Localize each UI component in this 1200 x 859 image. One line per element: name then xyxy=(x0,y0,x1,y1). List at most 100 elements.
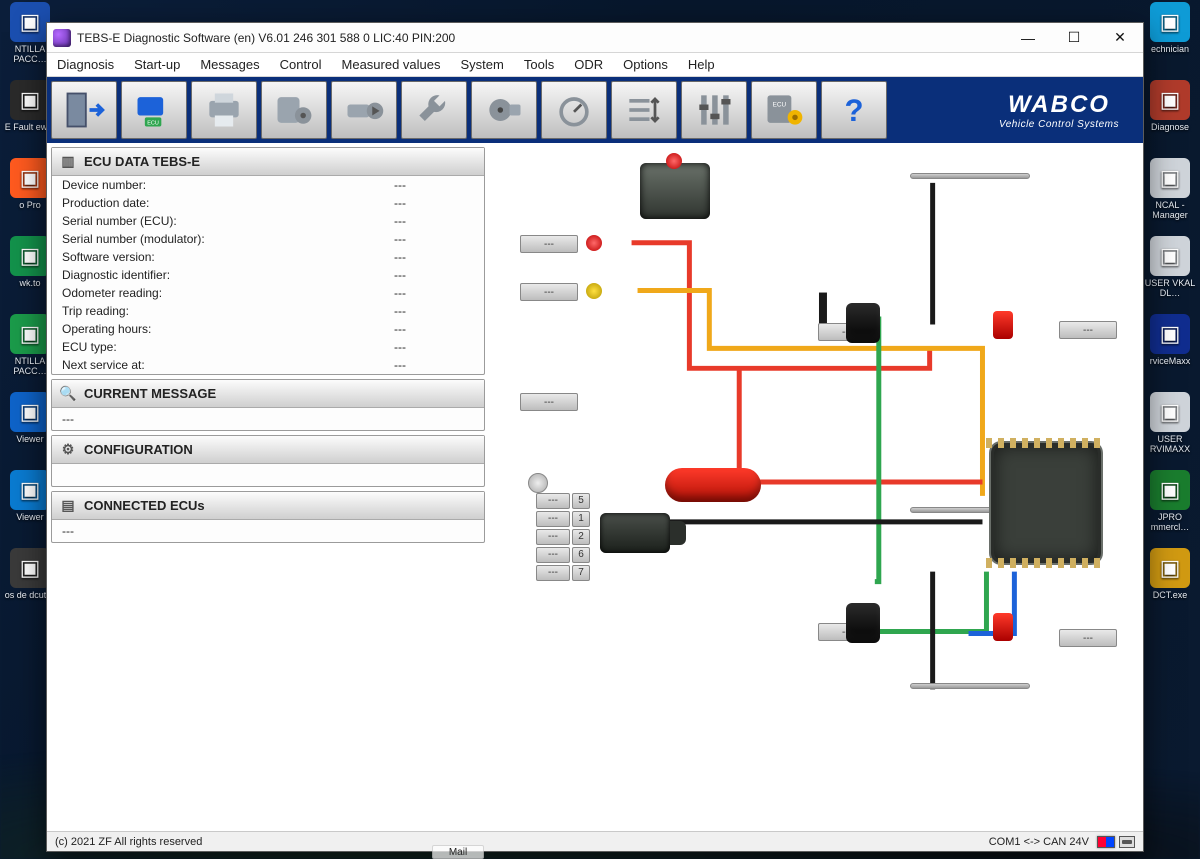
menubar: DiagnosisStart-upMessagesControlMeasured… xyxy=(47,53,1143,77)
gears-icon: ⚙ xyxy=(58,440,78,460)
interface-icon xyxy=(1119,836,1135,848)
port-number: 2 xyxy=(572,529,590,545)
port-number: 7 xyxy=(572,565,590,581)
window-title: TEBS-E Diagnostic Software (en) V6.01 24… xyxy=(77,31,455,45)
ecu-data-row: Odometer reading:--- xyxy=(52,284,484,302)
menu-tools[interactable]: Tools xyxy=(514,53,564,76)
panel-body xyxy=(52,464,484,486)
relay-valve xyxy=(640,163,710,219)
ecu-data-row: ECU type:--- xyxy=(52,338,484,356)
help-icon[interactable]: ? xyxy=(821,81,887,139)
search-icon: 🔍 xyxy=(58,384,78,404)
panel-ecu-data: ▥ ECU DATA TEBS-E Device number:---Produ… xyxy=(51,147,485,375)
air-tank xyxy=(665,468,761,502)
copyright: (c) 2021 ZF All rights reserved xyxy=(55,836,202,848)
ecu-data-row: Device number:--- xyxy=(52,176,484,194)
supply-cap-red xyxy=(586,235,602,251)
port-status: --- xyxy=(536,493,570,509)
mini-readout: --- xyxy=(1059,321,1117,339)
port-status: --- xyxy=(536,529,570,545)
panel-current-message: 🔍 CURRENT MESSAGE --- xyxy=(51,379,485,431)
chip-icon: ▥ xyxy=(58,152,78,172)
mini-readout: --- xyxy=(520,393,578,411)
panel-body: --- xyxy=(52,520,484,542)
port-number: 5 xyxy=(572,493,590,509)
ecu-data-row: Trip reading:--- xyxy=(52,302,484,320)
gauge-icon[interactable] xyxy=(541,81,607,139)
schematic-pane: --- --- --- --- --- --- --- xyxy=(490,143,1143,831)
panel-title: CONNECTED ECUs xyxy=(84,498,205,513)
mini-readout: --- xyxy=(520,283,578,301)
port-number: 1 xyxy=(572,511,590,527)
menu-options[interactable]: Options xyxy=(613,53,678,76)
desktop-shortcut[interactable]: ▣echnician xyxy=(1142,2,1198,74)
panel-configuration: ⚙ CONFIGURATION xyxy=(51,435,485,487)
ecu-block xyxy=(991,443,1101,563)
air-bellow xyxy=(846,303,880,343)
air-bellow xyxy=(846,603,880,643)
modules-icon: ▤ xyxy=(58,496,78,516)
settings-cog-icon[interactable] xyxy=(261,81,327,139)
ecu-data-row: Serial number (ECU):--- xyxy=(52,212,484,230)
sliders-icon[interactable] xyxy=(681,81,747,139)
ecu-data-row: Diagnostic identifier:--- xyxy=(52,266,484,284)
close-button[interactable]: ✕ xyxy=(1097,23,1143,52)
taskbar-mail-tooltip: Mail xyxy=(432,845,484,859)
panel-title: CONFIGURATION xyxy=(84,442,193,457)
panel-body: --- xyxy=(52,408,484,430)
menu-messages[interactable]: Messages xyxy=(190,53,269,76)
port-status: --- xyxy=(536,565,570,581)
desktop-shortcut[interactable]: ▣DCT.exe xyxy=(1142,548,1198,620)
axle xyxy=(910,173,1030,179)
print-icon[interactable] xyxy=(191,81,257,139)
play-icon[interactable] xyxy=(331,81,397,139)
panel-title: CURRENT MESSAGE xyxy=(84,386,216,401)
left-pane: ▥ ECU DATA TEBS-E Device number:---Produ… xyxy=(47,143,490,831)
sort-icon[interactable] xyxy=(611,81,677,139)
ecu-config-icon[interactable]: ECU xyxy=(751,81,817,139)
port-number: 6 xyxy=(572,547,590,563)
valve xyxy=(993,311,1013,339)
menu-odr[interactable]: ODR xyxy=(564,53,613,76)
svg-text:ECU: ECU xyxy=(147,121,159,127)
app-icon xyxy=(53,29,71,47)
menu-help[interactable]: Help xyxy=(678,53,725,76)
maximize-button[interactable]: ☐ xyxy=(1051,23,1097,52)
brand-logo: WABCOVehicle Control Systems xyxy=(979,81,1139,139)
ecu-data-row: Next service at:--- xyxy=(52,356,484,374)
minimize-button[interactable]: — xyxy=(1005,23,1051,52)
menu-system[interactable]: System xyxy=(451,53,514,76)
mini-readout: --- xyxy=(1059,629,1117,647)
desktop-shortcut[interactable]: ▣rviceMaxx xyxy=(1142,314,1198,386)
port-table: ---5---1---2---6---7 xyxy=(536,493,590,581)
toolbar: ECU ECU? WABCOVehicle Control Systems xyxy=(47,77,1143,143)
wrench-icon[interactable] xyxy=(401,81,467,139)
desktop-shortcut[interactable]: ▣USER VKAL DL… xyxy=(1142,236,1198,308)
titlebar: TEBS-E Diagnostic Software (en) V6.01 24… xyxy=(47,23,1143,53)
ecu-connect-icon[interactable]: ECU xyxy=(121,81,187,139)
ecu-data-row: Operating hours:--- xyxy=(52,320,484,338)
menu-diagnosis[interactable]: Diagnosis xyxy=(47,53,124,76)
panel-connected-ecus: ▤ CONNECTED ECUs --- xyxy=(51,491,485,543)
port-status: --- xyxy=(536,511,570,527)
menu-start-up[interactable]: Start-up xyxy=(124,53,190,76)
content-area: ▥ ECU DATA TEBS-E Device number:---Produ… xyxy=(47,143,1143,831)
disc-icon[interactable] xyxy=(471,81,537,139)
panel-title: ECU DATA TEBS-E xyxy=(84,154,200,169)
exit-icon[interactable] xyxy=(51,81,117,139)
axle xyxy=(910,683,1030,689)
desktop-shortcut[interactable]: ▣JPRO mmercl… xyxy=(1142,470,1198,542)
desktop-shortcut[interactable]: ▣USER RVIMAXX xyxy=(1142,392,1198,464)
supply-cap-yellow xyxy=(586,283,602,299)
iso-connector xyxy=(600,513,670,553)
svg-text:ECU: ECU xyxy=(773,101,787,108)
menu-control[interactable]: Control xyxy=(270,53,332,76)
ecu-data-row: Serial number (modulator):--- xyxy=(52,230,484,248)
test-button[interactable] xyxy=(528,473,548,493)
valve xyxy=(993,613,1013,641)
menu-measured-values[interactable]: Measured values xyxy=(332,53,451,76)
mini-readout: --- xyxy=(520,235,578,253)
ecu-data-row: Software version:--- xyxy=(52,248,484,266)
desktop-shortcut[interactable]: ▣Diagnose xyxy=(1142,80,1198,152)
desktop-shortcut[interactable]: ▣NCAL - Manager xyxy=(1142,158,1198,230)
